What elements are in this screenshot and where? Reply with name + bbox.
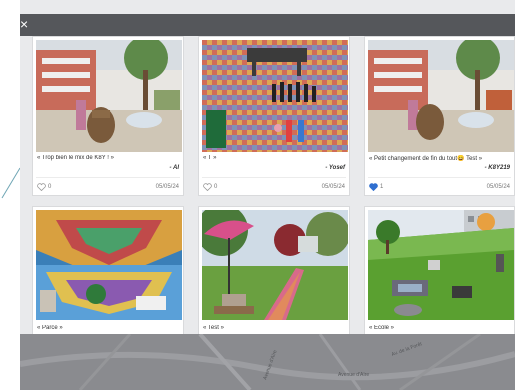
post-caption: « T » — [203, 155, 217, 161]
post-image — [202, 210, 348, 320]
gallery-modal: « Trop bien le mix de K8Y ! » - AI 0 05/… — [20, 0, 515, 390]
post-author: - K8Y219 — [484, 165, 510, 171]
post-card-3[interactable]: « Petit changement de fin du tout😄 Test … — [364, 36, 515, 196]
like-count: 0 — [48, 184, 52, 190]
street-label: Avenue d'Aïre — [338, 372, 369, 378]
post-date: 05/05/24 — [486, 184, 510, 190]
map-background: Avenue d'Aïre Avenue d'Aïre Av. de la Fo… — [20, 334, 515, 390]
post-author: - AI — [169, 165, 179, 171]
post-card-2[interactable]: « T » - Yosef 0 05/05/24 — [198, 36, 350, 196]
post-card-6[interactable]: « École » — [364, 206, 515, 336]
post-image — [36, 40, 182, 152]
close-icon[interactable]: × — [20, 16, 34, 32]
card-divider — [202, 177, 346, 178]
card-divider — [368, 177, 511, 178]
post-caption: « Petit changement de fin du tout😄 Test … — [369, 156, 483, 162]
post-caption: « Test » — [203, 325, 224, 331]
heart-icon[interactable] — [37, 183, 46, 191]
post-caption: « Parce » — [37, 325, 63, 331]
post-image — [368, 40, 514, 152]
post-author: - Yosef — [325, 165, 345, 171]
heart-icon[interactable] — [369, 183, 378, 191]
like-count: 1 — [380, 184, 384, 190]
modal-topbar — [20, 14, 515, 36]
post-card-1[interactable]: « Trop bien le mix de K8Y ! » - AI 0 05/… — [32, 36, 184, 196]
heart-icon[interactable] — [203, 183, 212, 191]
post-caption: « École » — [369, 325, 395, 331]
post-image — [202, 40, 348, 152]
post-card-4[interactable]: « Parce » — [32, 206, 184, 336]
like-count: 0 — [214, 184, 218, 190]
post-image — [368, 210, 514, 320]
card-divider — [36, 177, 180, 178]
post-date: 05/05/24 — [155, 184, 179, 190]
post-image — [36, 210, 182, 320]
decorative-line — [1, 167, 21, 199]
post-date: 05/05/24 — [321, 184, 345, 190]
post-card-5[interactable]: « Test » — [198, 206, 350, 336]
post-caption: « Trop bien le mix de K8Y ! » — [37, 155, 114, 161]
